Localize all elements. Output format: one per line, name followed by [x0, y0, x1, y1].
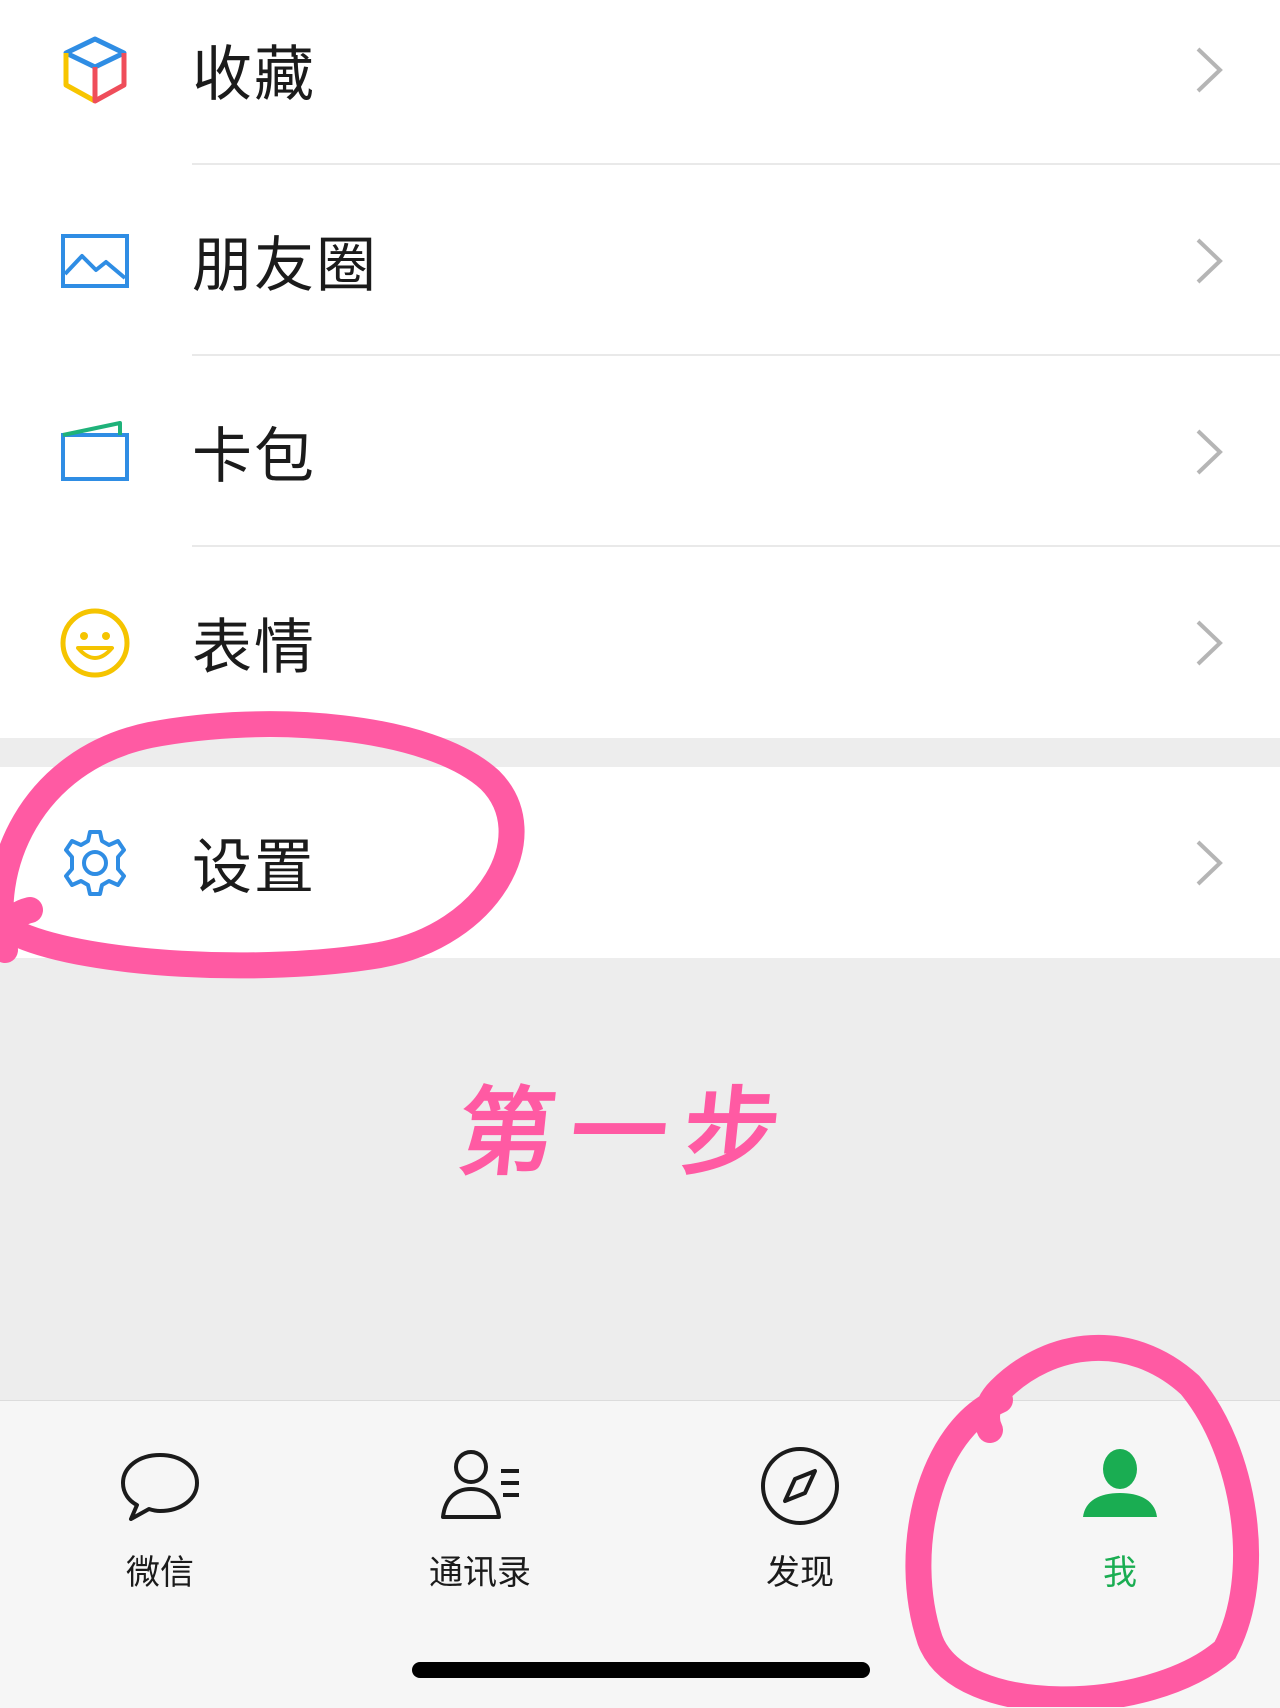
menu-item-stickers[interactable]: 表情: [0, 547, 1280, 738]
tab-label: 发现: [766, 1553, 834, 1593]
tab-discover[interactable]: 发现: [700, 1441, 900, 1594]
menu-item-favorites[interactable]: 收藏: [0, 0, 1280, 165]
menu-item-settings[interactable]: 设置: [0, 767, 1280, 958]
chevron-right-icon: [1196, 840, 1223, 885]
menu-item-moments[interactable]: 朋友圈: [0, 165, 1280, 356]
tab-chats[interactable]: 微信: [60, 1441, 260, 1594]
tab-contacts[interactable]: 通讯录: [380, 1441, 580, 1594]
contacts-icon: [441, 1450, 519, 1519]
tab-label: 通讯录: [429, 1553, 531, 1593]
tab-label: 微信: [126, 1553, 194, 1593]
chevron-right-icon: [1196, 429, 1223, 474]
settings-gear-icon: [64, 829, 126, 896]
sticker-smiley-icon: [60, 608, 130, 677]
profile-person-icon: [1083, 1449, 1157, 1517]
menu-group-settings: 设置: [0, 767, 1280, 958]
menu-item-label: 表情: [192, 613, 316, 683]
chat-bubble-icon: [121, 1453, 199, 1521]
menu-item-card-wallet[interactable]: 卡包: [0, 356, 1280, 547]
tab-me[interactable]: 我: [1020, 1441, 1220, 1594]
compass-icon: [761, 1447, 839, 1525]
chevron-right-icon: [1196, 238, 1223, 283]
step-annotation: 第一步: [453, 1077, 801, 1189]
card-wallet-icon: [61, 420, 129, 481]
menu-item-label: 设置: [192, 833, 316, 903]
tab-label: 我: [1103, 1553, 1137, 1593]
menu-item-label: 朋友圈: [192, 231, 378, 301]
chevron-right-icon: [1196, 47, 1223, 92]
menu-item-label: 收藏: [192, 40, 316, 110]
menu-item-label: 卡包: [192, 422, 316, 492]
favorites-cube-icon: [63, 36, 127, 103]
moments-picture-icon: [61, 233, 129, 288]
chevron-right-icon: [1196, 620, 1223, 665]
home-indicator: [412, 1662, 870, 1678]
menu-group-main: 收藏 朋友圈 卡包 表情: [0, 0, 1280, 738]
